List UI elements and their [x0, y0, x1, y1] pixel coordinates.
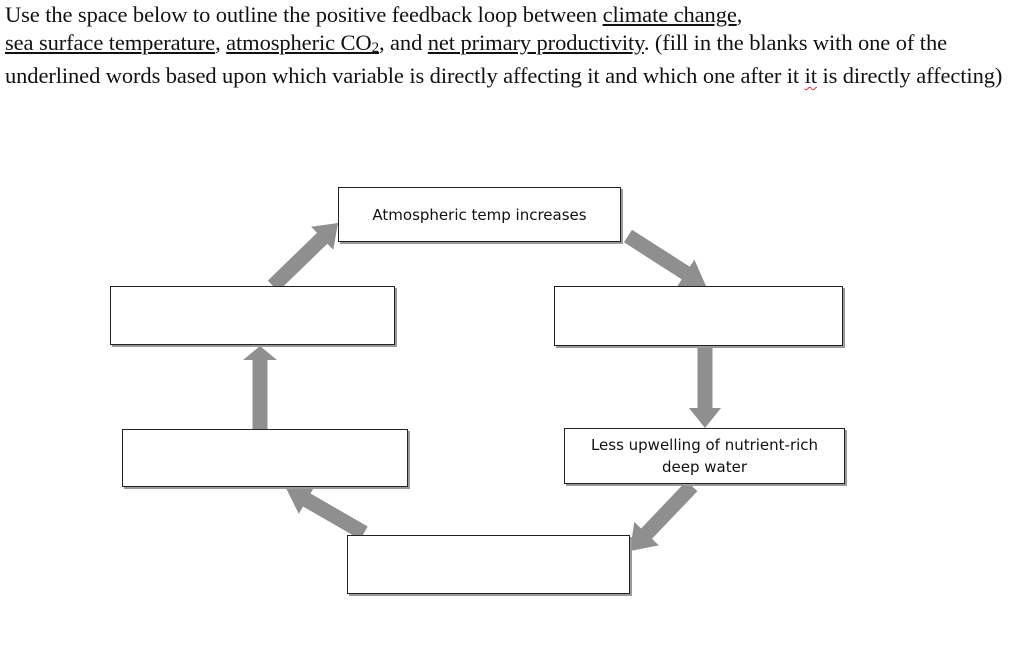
box-right-lower-upwelling: Less upwelling of nutrient-rich deep wat…	[564, 428, 845, 484]
box-left-upper-blank[interactable]	[110, 286, 395, 345]
arrow-right-lower-to-bottom	[630, 480, 698, 551]
box-top-label: Atmospheric temp increases	[372, 205, 587, 224]
arrow-bottom-to-left-lower	[286, 486, 368, 540]
arrow-right-upper-to-right-lower	[689, 346, 721, 428]
box-right-upper-blank[interactable]	[554, 286, 843, 346]
arrow-left-lower-to-left-upper	[243, 346, 277, 429]
box-right-lower-label: Less upwelling of nutrient-rich deep wat…	[590, 436, 819, 476]
box-top-atmospheric-temp: Atmospheric temp increases	[338, 187, 621, 242]
box-bottom-blank[interactable]	[347, 535, 630, 594]
box-left-lower-blank[interactable]	[122, 429, 408, 487]
arrow-left-upper-to-top	[267, 223, 338, 292]
arrow-top-to-right-upper	[624, 229, 706, 287]
